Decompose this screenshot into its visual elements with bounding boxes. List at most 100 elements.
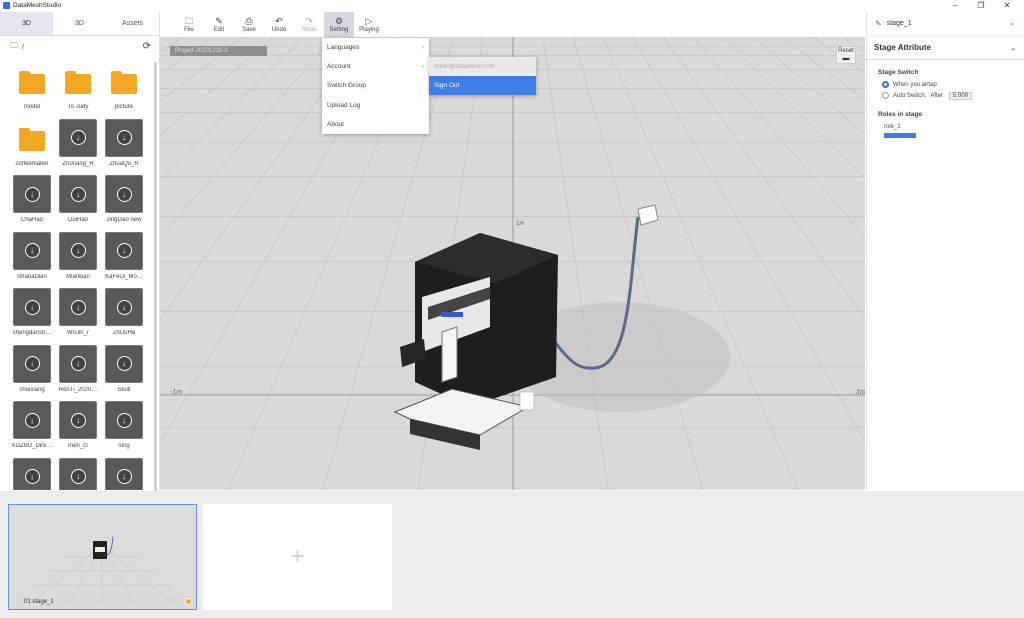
asset-panel: 3D 3D Assets 🗀 / ⟳ model To Judy picture co… [0, 12, 160, 492]
asset-name: RenTi_2020… [58, 386, 98, 393]
model-item[interactable]: ↓ [102, 457, 146, 490]
play-icon: ▷ [365, 15, 373, 26]
download-icon: ↓ [13, 175, 51, 213]
model-item[interactable]: ↓ shengdansh… [10, 288, 54, 342]
model-item[interactable]: ↓ DuiHao [56, 175, 100, 229]
model-item[interactable]: ↓ [10, 457, 54, 490]
folder-item[interactable]: coffeemaker [10, 119, 54, 173]
asset-name: WoJin_r [67, 330, 89, 336]
section-header[interactable]: Stage Attribute ⌄ [867, 36, 1024, 60]
menu-item-about[interactable]: About [322, 115, 429, 134]
account-submenu: lixtion@datamesh.com Sign Out [429, 57, 536, 95]
add-stage-slot[interactable]: + [203, 504, 392, 610]
model-item[interactable]: ↓ ZhiJuHe [102, 288, 146, 342]
folder-item[interactable]: To Judy [56, 62, 100, 116]
chevron-right-icon: › [421, 63, 424, 71]
radio-airtap[interactable]: When you airtap [867, 79, 1024, 90]
3d-viewport[interactable]: 1m -1m 1m [160, 37, 865, 490]
folder-item[interactable]: model [10, 62, 54, 116]
download-icon: ↓ [105, 288, 143, 326]
asset-name: JingGao new [106, 217, 142, 223]
model-item[interactable]: ↓ ZhiXiang_R [56, 118, 100, 173]
model-item[interactable]: ↓ RenTi_2020… [56, 344, 100, 399]
model-item[interactable]: ↓ shuixiang [10, 344, 54, 399]
refresh-icon[interactable]: ⟳ [143, 41, 151, 52]
asset-name: ZhiJuHe [112, 330, 136, 336]
save-button[interactable]: ⎙ Save [234, 12, 264, 37]
role-name[interactable]: role_1 [867, 124, 1024, 130]
tab-3d-alt[interactable]: 3D [53, 12, 106, 35]
download-icon: ↓ [13, 344, 51, 383]
radio-on-icon [882, 81, 889, 88]
gear-icon: ⚙ [334, 15, 344, 26]
download-icon: ↓ [59, 344, 97, 383]
stage-thumbnail-image [19, 536, 186, 606]
menu-item-upload-log[interactable]: Upload Log [322, 96, 429, 115]
asset-scrollbar[interactable] [154, 62, 157, 492]
tab-assets[interactable]: Assets [106, 12, 159, 35]
axis-label-top: 1m [516, 221, 525, 227]
download-icon: ↓ [59, 175, 97, 213]
model-item[interactable]: ↓ WoJin_r [56, 288, 100, 342]
model-item[interactable]: ↓ Skull [102, 344, 146, 399]
model-item[interactable]: ↓ JingGao new [102, 175, 146, 229]
folder-icon [13, 119, 51, 157]
maximize-button[interactable]: ❐ [968, 0, 994, 11]
stage-slot-label: 01 stage_1 [24, 599, 54, 605]
playing-button[interactable]: ▷ Playing [354, 12, 384, 37]
menu-item-switch-group[interactable]: Switch Group [322, 76, 429, 95]
close-button[interactable]: ✕ [994, 0, 1020, 11]
after-seconds-input[interactable]: 5.000 [949, 91, 973, 100]
stage-name: stage_1 [886, 20, 912, 27]
model-item[interactable]: ↓ KaFeiJi_Mo… [102, 231, 146, 286]
model-item[interactable]: ↓ men_G [56, 401, 100, 455]
download-icon: ↓ [59, 288, 97, 326]
asset-name: men_G [68, 443, 88, 449]
download-icon: ↓ [13, 457, 51, 490]
model-item[interactable]: ↓ lung [102, 401, 146, 455]
radio-auto-switch[interactable]: Auto Switch, After 5.000 [867, 90, 1024, 101]
reset-view-button[interactable]: Reset ▬ [836, 46, 856, 64]
minimize-button[interactable]: – [942, 0, 968, 11]
folder-icon [13, 62, 51, 100]
pencil-icon[interactable]: ✎ [875, 19, 882, 28]
asset-name: Skull [117, 386, 131, 393]
scene-canvas [160, 37, 865, 490]
tab-3d[interactable]: 3D [0, 12, 53, 35]
folder-nav-icon[interactable]: 🗀 [10, 40, 18, 54]
download-icon: ↓ [59, 457, 97, 490]
menu-item-account[interactable]: Account › [322, 57, 429, 76]
stage-name-row[interactable]: ✎ stage_1 ▸ [867, 12, 1024, 36]
asset-name: DuiHao [67, 217, 88, 223]
folder-item[interactable]: picture [102, 62, 146, 116]
model-item[interactable]: ↓ ShanaDian [10, 231, 54, 286]
stage-thumbnail-1[interactable]: 01 stage_1 [8, 504, 197, 610]
asset-name: ZhuaQu_R [109, 160, 139, 167]
download-icon: ↓ [13, 288, 51, 326]
menu-item-languages[interactable]: Languages › [322, 38, 429, 57]
redo-icon: ↷ [305, 15, 313, 26]
setting-button[interactable]: ⚙ Setting [324, 12, 354, 37]
download-icon: ↓ [105, 118, 143, 157]
model-item[interactable]: ↓ ChaHao [10, 175, 54, 229]
sign-out-item[interactable]: Sign Out [429, 76, 536, 95]
folder-icon [105, 62, 143, 100]
current-path: / [22, 43, 24, 51]
edit-button[interactable]: ✎ Edit [204, 12, 234, 37]
stage-marker-icon [185, 598, 192, 605]
properties-panel: ✎ stage_1 ▸ Stage Attribute ⌄ Stage Swit… [866, 12, 1024, 490]
app-title: DataMeshStudio [13, 2, 62, 9]
undo-button[interactable]: ↶ Undo [264, 12, 294, 37]
stage-switch-label: Stage Switch [878, 69, 919, 76]
save-icon: ⎙ [245, 15, 253, 26]
download-icon: ↓ [105, 231, 143, 270]
model-item[interactable]: ↓ XGZBD_Dire… [10, 401, 54, 455]
asset-name: shuixiang [19, 386, 45, 393]
model-item[interactable]: ↓ ZhuaQu_R [102, 118, 146, 173]
play-marker-icon: ▸ [1010, 20, 1014, 28]
model-item[interactable]: ↓ MianBan [56, 231, 100, 286]
redo-button[interactable]: ↷ Redo [294, 12, 324, 37]
asset-name: XGZBD_Dire… [11, 443, 53, 449]
model-item[interactable]: ↓ [56, 457, 100, 490]
file-button[interactable]: 🗀 File [174, 12, 204, 37]
